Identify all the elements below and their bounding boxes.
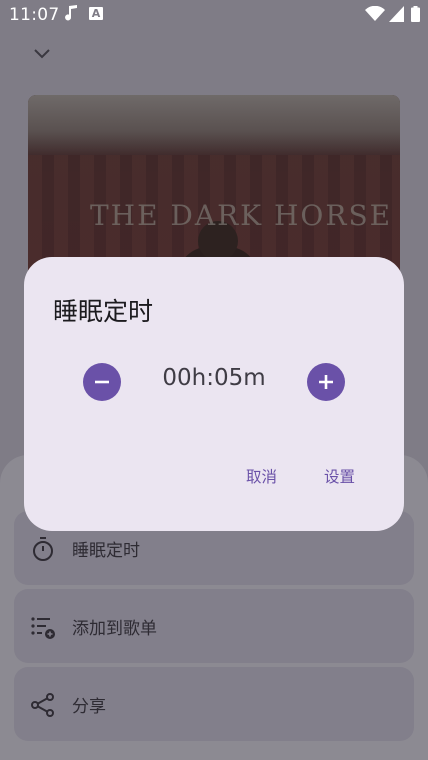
increase-time-button[interactable]: [307, 363, 345, 401]
minus-icon: [95, 380, 109, 384]
plus-icon: [319, 375, 333, 389]
decrease-time-button[interactable]: [83, 363, 121, 401]
timer-value: 00h:05m: [162, 365, 266, 391]
status-bar: 11:07 A: [0, 0, 428, 30]
dialog-title: 睡眠定时: [53, 297, 154, 326]
sleep-timer-dialog: 睡眠定时 00h:05m 取消 设置: [24, 257, 404, 531]
a-icon: A: [89, 7, 103, 20]
signal-icon: [389, 6, 404, 22]
wifi-icon: [365, 6, 385, 21]
battery-icon: [411, 6, 420, 22]
set-button[interactable]: 设置: [324, 465, 355, 487]
status-time: 11:07: [9, 5, 60, 25]
music-note-icon: [65, 5, 77, 21]
cancel-button[interactable]: 取消: [246, 465, 277, 487]
